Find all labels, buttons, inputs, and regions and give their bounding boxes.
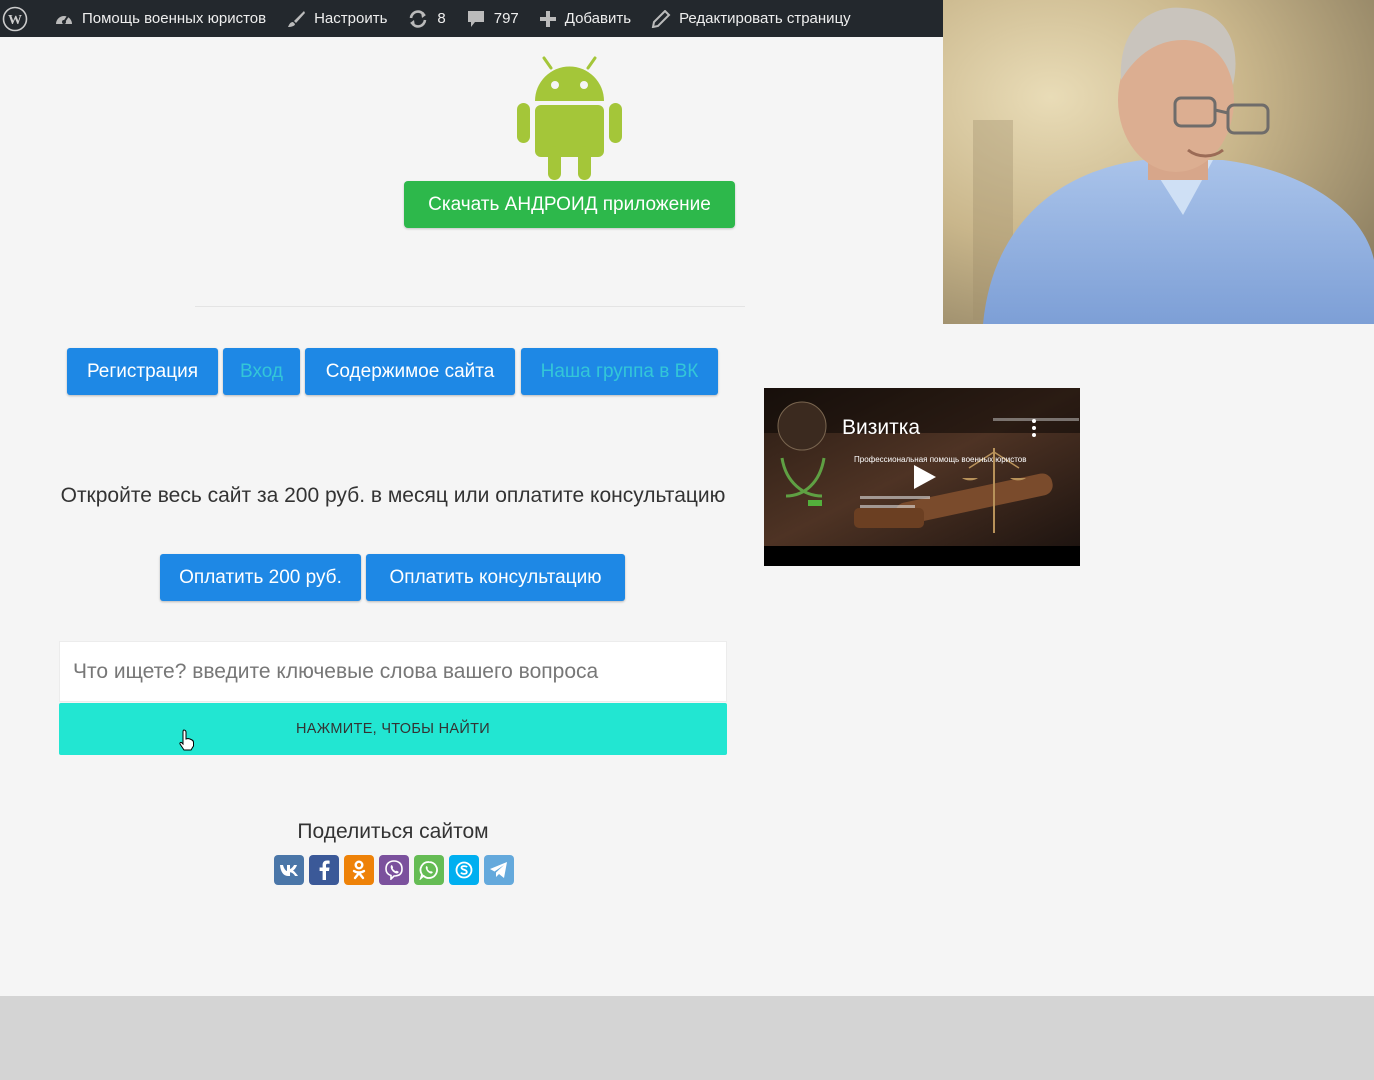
register-button[interactable]: Регистрация [67, 348, 218, 395]
comments-count: 797 [493, 10, 519, 27]
site-contents-button[interactable]: Содержимое сайта [305, 348, 515, 395]
subscription-offer-text: Откройте весь сайт за 200 руб. в месяц и… [60, 484, 726, 507]
play-icon[interactable] [912, 464, 938, 490]
site-name-label: Помощь военных юристов [82, 10, 267, 27]
admin-bar-customize[interactable]: Настроить [276, 0, 397, 37]
plus-icon [539, 10, 556, 27]
vk-share-icon[interactable] [274, 855, 304, 885]
pay-consultation-button[interactable]: Оплатить консультацию [366, 554, 625, 601]
video-embed[interactable]: Визитка Профессиональная помощь военных … [764, 388, 1080, 566]
search-submit-button[interactable]: НАЖМИТЕ, ЧТОБЫ НАЙТИ [59, 703, 727, 755]
edit-page-label: Редактировать страницу [679, 10, 851, 27]
admin-bar-comments[interactable]: 797 [456, 0, 529, 37]
comment-icon [467, 10, 484, 27]
pencil-icon [651, 9, 671, 28]
customize-label: Настроить [314, 10, 388, 27]
share-buttons [274, 855, 514, 885]
skype-share-icon[interactable] [449, 855, 479, 885]
pay-200-button[interactable]: Оплатить 200 руб. [160, 554, 361, 601]
viber-share-icon[interactable] [379, 855, 409, 885]
facebook-share-icon[interactable] [309, 855, 339, 885]
admin-bar-add-new[interactable]: Добавить [529, 0, 641, 37]
webcam-video-overlay [943, 0, 1374, 324]
download-android-app-button[interactable]: Скачать АНДРОИД приложение [404, 181, 735, 228]
video-subtitle: Профессиональная помощь военных юристов [854, 455, 1027, 464]
dashboard-icon [56, 14, 72, 24]
video-title: Визитка [842, 416, 921, 439]
share-title: Поделиться сайтом [297, 820, 489, 843]
admin-bar-edit-page[interactable]: Редактировать страницу [641, 0, 861, 37]
wordpress-logo-icon[interactable]: W [0, 0, 44, 37]
odnoklassniki-share-icon[interactable] [344, 855, 374, 885]
android-robot-icon [517, 56, 622, 180]
updates-icon [410, 9, 427, 28]
admin-bar-updates[interactable]: 8 [397, 0, 455, 37]
search-input[interactable]: Что ищете? введите ключевые слова вашего… [59, 641, 727, 702]
updates-count: 8 [437, 10, 446, 27]
divider [195, 306, 745, 307]
telegram-share-icon[interactable] [484, 855, 514, 885]
admin-bar-site-name[interactable]: Помощь военных юристов [44, 0, 276, 37]
hand-pointer-cursor-icon [179, 729, 195, 756]
whatsapp-share-icon[interactable] [414, 855, 444, 885]
page-footer [0, 996, 1374, 1080]
admin-bar: W Помощь военных юристов Настроить 8 797… [0, 0, 943, 37]
paintbrush-icon [288, 10, 306, 27]
svg-text:W: W [8, 13, 22, 28]
login-button[interactable]: Вход [223, 348, 300, 395]
vk-group-button[interactable]: Наша группа в ВК [521, 348, 718, 395]
search-placeholder: Что ищете? введите ключевые слова вашего… [73, 659, 599, 683]
add-new-label: Добавить [564, 10, 632, 27]
